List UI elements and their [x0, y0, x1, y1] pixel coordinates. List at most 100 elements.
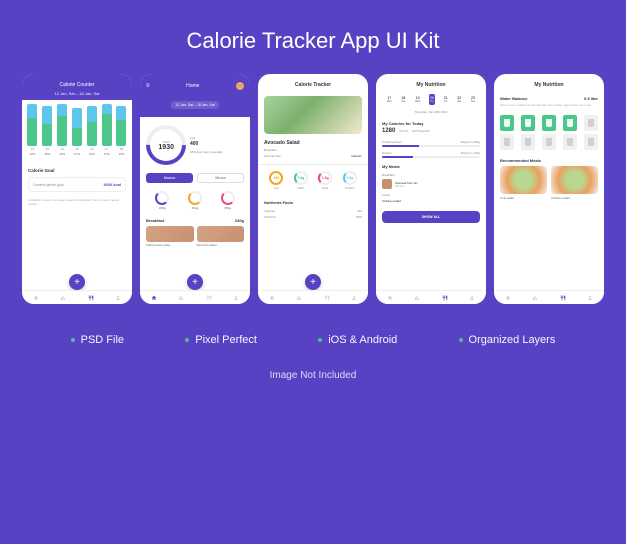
- nav-profile-icon[interactable]: [469, 295, 475, 301]
- water-cup[interactable]: [521, 115, 535, 131]
- water-cup[interactable]: [500, 134, 514, 150]
- goal-label: Current calorie goal: [33, 183, 64, 187]
- nav-chart-icon[interactable]: [178, 295, 184, 301]
- kit-title: Calorie Tracker App UI Kit: [0, 0, 626, 74]
- day-bar[interactable]: 1315%: [41, 106, 53, 156]
- tab-macros[interactable]: Macros: [146, 173, 193, 183]
- meal-card[interactable]: Red fruit platter: [197, 226, 245, 247]
- meal-card[interactable]: Fried protein plate: [146, 226, 194, 247]
- nav-home-icon[interactable]: [387, 295, 393, 301]
- day-button[interactable]: 17Mon: [386, 94, 393, 105]
- macro-protein: 354g: [221, 191, 235, 210]
- water-cup[interactable]: [563, 115, 577, 131]
- tab-micros[interactable]: Micros: [197, 173, 244, 183]
- nav-home-icon[interactable]: [151, 295, 157, 301]
- add-fab[interactable]: +: [305, 274, 321, 290]
- day-button[interactable]: 18Tue: [400, 94, 406, 105]
- macro-stat: 235Cal: [269, 171, 283, 190]
- breakfast-section: Breakfast 240g Fried protein plate Red f…: [140, 214, 250, 251]
- macro-stat: 1.8gFats: [318, 171, 332, 190]
- rec-meal-card[interactable]: Chicken salad: [551, 166, 598, 200]
- nav-profile-icon[interactable]: [587, 295, 593, 301]
- meal-item[interactable]: Oatmeal fruit mix300 kcal: [382, 179, 480, 189]
- my-meals-title: My Meals: [376, 160, 486, 171]
- nav-home-icon[interactable]: [505, 295, 511, 301]
- water-cup[interactable]: [521, 134, 535, 150]
- day-button[interactable]: 19Wed: [414, 94, 421, 105]
- macro-grid: 235Cal7.6gCarb1.8gFats1.6gProtein: [258, 164, 368, 196]
- breakfast-section: Breakfast Oatmeal fruit mix300 kcal: [376, 171, 486, 191]
- meal-item[interactable]: Chicken salad: [382, 199, 480, 203]
- day-button[interactable]: 20Thu: [429, 94, 435, 105]
- add-fab[interactable]: +: [69, 274, 85, 290]
- water-cup[interactable]: [563, 134, 577, 150]
- date-selector[interactable]: 12 Jan, Sat – 18 Jan, Sat: [140, 98, 250, 117]
- header: Calorie Tracker: [258, 74, 368, 92]
- water-cup[interactable]: [500, 115, 514, 131]
- show-all-button[interactable]: SHOW ALL: [382, 211, 480, 223]
- goal-value: 1930 kcal: [103, 182, 121, 187]
- nav-meals-icon[interactable]: [324, 295, 330, 301]
- water-cup[interactable]: [542, 115, 556, 131]
- day-button[interactable]: 22Sat: [456, 94, 462, 105]
- avatar[interactable]: [236, 82, 244, 90]
- screen-title: My Nutrition: [382, 82, 480, 88]
- screen-water: My Nutrition Water Balance 0.5 liter Nam…: [494, 74, 604, 304]
- nav-profile-icon[interactable]: [115, 295, 121, 301]
- recommended-meals: Recommended Meals Fruit salad Chicken sa…: [494, 154, 604, 204]
- disclaimer-text: Image Not Included: [0, 356, 626, 381]
- day-bar[interactable]: 1412%: [56, 104, 68, 156]
- bottom-nav: [22, 290, 132, 304]
- progress-row: Protein32g from 100g: [376, 149, 486, 160]
- features-row: PSD FilePixel PerfectiOS & AndroidOrgani…: [0, 304, 626, 356]
- breakfast-calories: 240g: [235, 218, 244, 223]
- macro-stat: 7.6gCarb: [294, 171, 308, 190]
- day-button[interactable]: 21Fri: [443, 94, 449, 105]
- nav-profile-icon[interactable]: [233, 295, 239, 301]
- macro-carbs: 240g: [155, 191, 169, 210]
- meal-name: Avocado Salad: [258, 138, 368, 148]
- day-bar[interactable]: 1517%: [71, 108, 83, 156]
- nav-meals-icon[interactable]: [206, 295, 212, 301]
- day-button[interactable]: 23Sun: [470, 94, 476, 105]
- macro-tabs: Macros Micros: [140, 169, 250, 187]
- add-fab[interactable]: +: [187, 274, 203, 290]
- water-balance: Water Balance 0.5 liter Nam ut arcu mass…: [494, 92, 604, 111]
- water-cup[interactable]: [584, 134, 598, 150]
- macro-fat: 164g: [188, 191, 202, 210]
- header: My Nutrition: [494, 74, 604, 92]
- day-bar[interactable]: 1612%: [86, 106, 98, 156]
- nav-home-icon[interactable]: [269, 295, 275, 301]
- serving-row[interactable]: Serving Size Medium: [258, 152, 368, 160]
- nav-chart-icon[interactable]: [60, 295, 66, 301]
- goal-card[interactable]: Current calorie goal 1930 kcal: [28, 177, 126, 192]
- nav-meals-icon[interactable]: [88, 295, 94, 301]
- nav-chart-icon[interactable]: [414, 295, 420, 301]
- meal-thumb: [382, 179, 392, 189]
- water-cup[interactable]: [542, 134, 556, 150]
- nav-chart-icon[interactable]: [532, 295, 538, 301]
- day-bar[interactable]: 1717%: [101, 104, 113, 156]
- header: My Nutrition: [376, 74, 486, 92]
- feature-item: Organized Layers: [459, 334, 556, 346]
- day-bar[interactable]: 1212%: [26, 104, 38, 156]
- bottom-nav: [494, 290, 604, 304]
- nav-meals-icon[interactable]: [442, 295, 448, 301]
- water-amount: 0.5 liter: [584, 96, 598, 101]
- nutrients-title: Nutrients Facts: [264, 200, 362, 205]
- screen-calorie-tracker: Calorie Tracker Avocado Salad Breakfast …: [258, 74, 368, 304]
- nav-profile-icon[interactable]: [351, 295, 357, 301]
- water-cup[interactable]: [584, 115, 598, 131]
- nav-home-icon[interactable]: [33, 295, 39, 301]
- nutrients-section: Nutrients Facts Calories162Total Fat68%: [258, 196, 368, 224]
- nav-chart-icon[interactable]: [296, 295, 302, 301]
- lunch-section: Lunch Chicken salad: [376, 191, 486, 205]
- date-range[interactable]: 12 Jan, Sat – 18 Jan, Sat: [28, 91, 126, 96]
- day-bar[interactable]: 1812%: [115, 106, 127, 156]
- nav-meals-icon[interactable]: [560, 295, 566, 301]
- screen-calorie-counter: Calorie Counter 12 Jan, Sat – 18 Jan, Sa…: [22, 74, 132, 304]
- goal-description: Curabitur a lorem vel neque maccimus ber…: [22, 198, 132, 206]
- bottom-nav: [140, 290, 250, 304]
- menu-icon[interactable]: ≡: [146, 83, 150, 89]
- rec-meal-card[interactable]: Fruit salad: [500, 166, 547, 200]
